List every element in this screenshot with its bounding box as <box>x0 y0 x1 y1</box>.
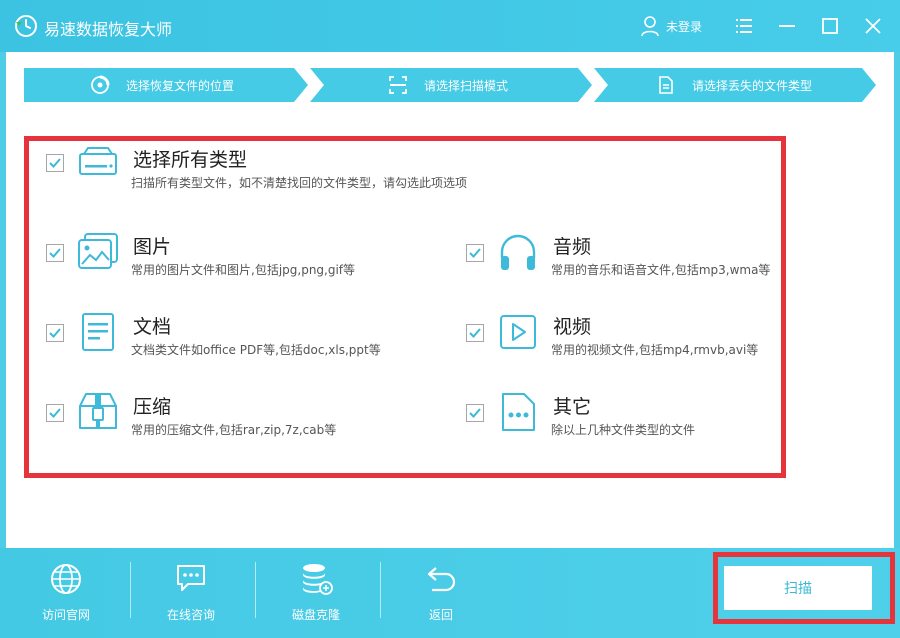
option-description: 文档类文件如office PDF等,包括doc,xls,ppt等 <box>131 343 381 357</box>
option-description: 除以上几种文件类型的文件 <box>551 423 696 437</box>
app-title: 易速数据恢复大师 <box>44 20 173 39</box>
back-arrow-icon <box>427 567 456 592</box>
database-icon <box>303 564 333 595</box>
option-description: 常用的音乐和语音文件,包括mp3,wma等 <box>551 263 771 277</box>
scan-mode-icon <box>389 76 407 94</box>
checkmark-icon <box>469 248 481 258</box>
close-button[interactable] <box>859 12 887 40</box>
disk-location-icon <box>91 75 110 94</box>
disk-clone-button[interactable]: 磁盘克隆 <box>271 562 361 628</box>
title-bar: 易速数据恢复大师 未登录 <box>0 0 900 52</box>
chat-icon <box>177 565 205 591</box>
checkmark-icon <box>49 248 61 258</box>
document-icon <box>659 76 673 94</box>
option-title: 视频 <box>553 316 592 338</box>
drive-icon <box>79 147 117 175</box>
checkbox-pictures[interactable] <box>46 244 64 262</box>
checkbox-archives[interactable] <box>46 404 64 422</box>
app-logo-icon <box>15 15 37 37</box>
minimize-icon <box>779 25 795 27</box>
step-file-type: 请选择丢失的文件类型 <box>594 68 876 102</box>
maximize-icon <box>822 18 838 34</box>
checkmark-icon <box>49 408 61 418</box>
step-label: 请选择丢失的文件类型 <box>692 78 813 93</box>
option-description: 常用的图片文件和图片,包括jpg,png,gif等 <box>131 263 356 277</box>
checkbox-audio[interactable] <box>466 244 484 262</box>
app-window: 易速数据恢复大师 未登录 选择恢复文件的位置 请选择扫描模式 请选择丢失的文件类… <box>0 0 900 638</box>
bottom-nav-label: 在线咨询 <box>166 608 215 622</box>
step-label: 选择恢复文件的位置 <box>126 78 235 93</box>
archive-icon <box>79 393 117 429</box>
checkbox-video[interactable] <box>466 324 484 342</box>
divider <box>380 562 381 618</box>
globe-icon <box>51 564 81 594</box>
checkmark-icon <box>469 408 481 418</box>
login-button[interactable]: 未登录 <box>640 14 702 38</box>
user-icon <box>641 16 659 37</box>
option-title: 文档 <box>133 316 172 338</box>
option-title: 其它 <box>553 396 592 418</box>
step-scan-mode: 请选择扫描模式 <box>310 68 592 102</box>
menu-icon <box>736 19 752 33</box>
minimize-button[interactable] <box>773 12 801 40</box>
document-icon <box>82 313 114 351</box>
option-title: 压缩 <box>133 396 172 418</box>
online-consult-button[interactable]: 在线咨询 <box>146 562 236 628</box>
checkmark-icon <box>469 328 481 338</box>
checkbox-other[interactable] <box>466 404 484 422</box>
option-title: 音频 <box>553 236 592 258</box>
more-file-icon <box>502 393 535 431</box>
login-status-label: 未登录 <box>666 19 703 34</box>
checkbox-documents[interactable] <box>46 324 64 342</box>
checkmark-icon <box>49 158 61 168</box>
checkmark-icon <box>49 328 61 338</box>
visit-website-button[interactable]: 访问官网 <box>21 562 111 628</box>
option-description: 扫描所有类型文件，如不清楚找回的文件类型，请勾选此项选项 <box>131 176 468 190</box>
maximize-button[interactable] <box>816 12 844 40</box>
checkbox-all-types[interactable] <box>46 154 64 172</box>
video-play-icon <box>500 315 536 349</box>
option-description: 常用的压缩文件,包括rar,zip,7z,cab等 <box>131 423 337 437</box>
picture-icon <box>78 233 118 269</box>
close-icon <box>865 18 881 34</box>
headphones-icon <box>500 234 536 270</box>
step-select-location: 选择恢复文件的位置 <box>24 68 308 102</box>
bottom-nav-label: 磁盘克隆 <box>291 608 340 622</box>
scan-button[interactable]: 扫描 <box>724 566 872 610</box>
back-button[interactable]: 返回 <box>396 562 486 628</box>
option-title: 选择所有类型 <box>133 149 248 171</box>
bottom-nav-label: 返回 <box>428 608 453 622</box>
option-description: 常用的视频文件,包括mp4,rmvb,avi等 <box>551 343 759 357</box>
option-title: 图片 <box>133 236 172 258</box>
menu-button[interactable] <box>730 12 758 40</box>
divider <box>130 562 131 618</box>
bottom-nav-label: 访问官网 <box>41 608 90 622</box>
divider <box>255 562 256 618</box>
step-label: 请选择扫描模式 <box>424 78 509 93</box>
